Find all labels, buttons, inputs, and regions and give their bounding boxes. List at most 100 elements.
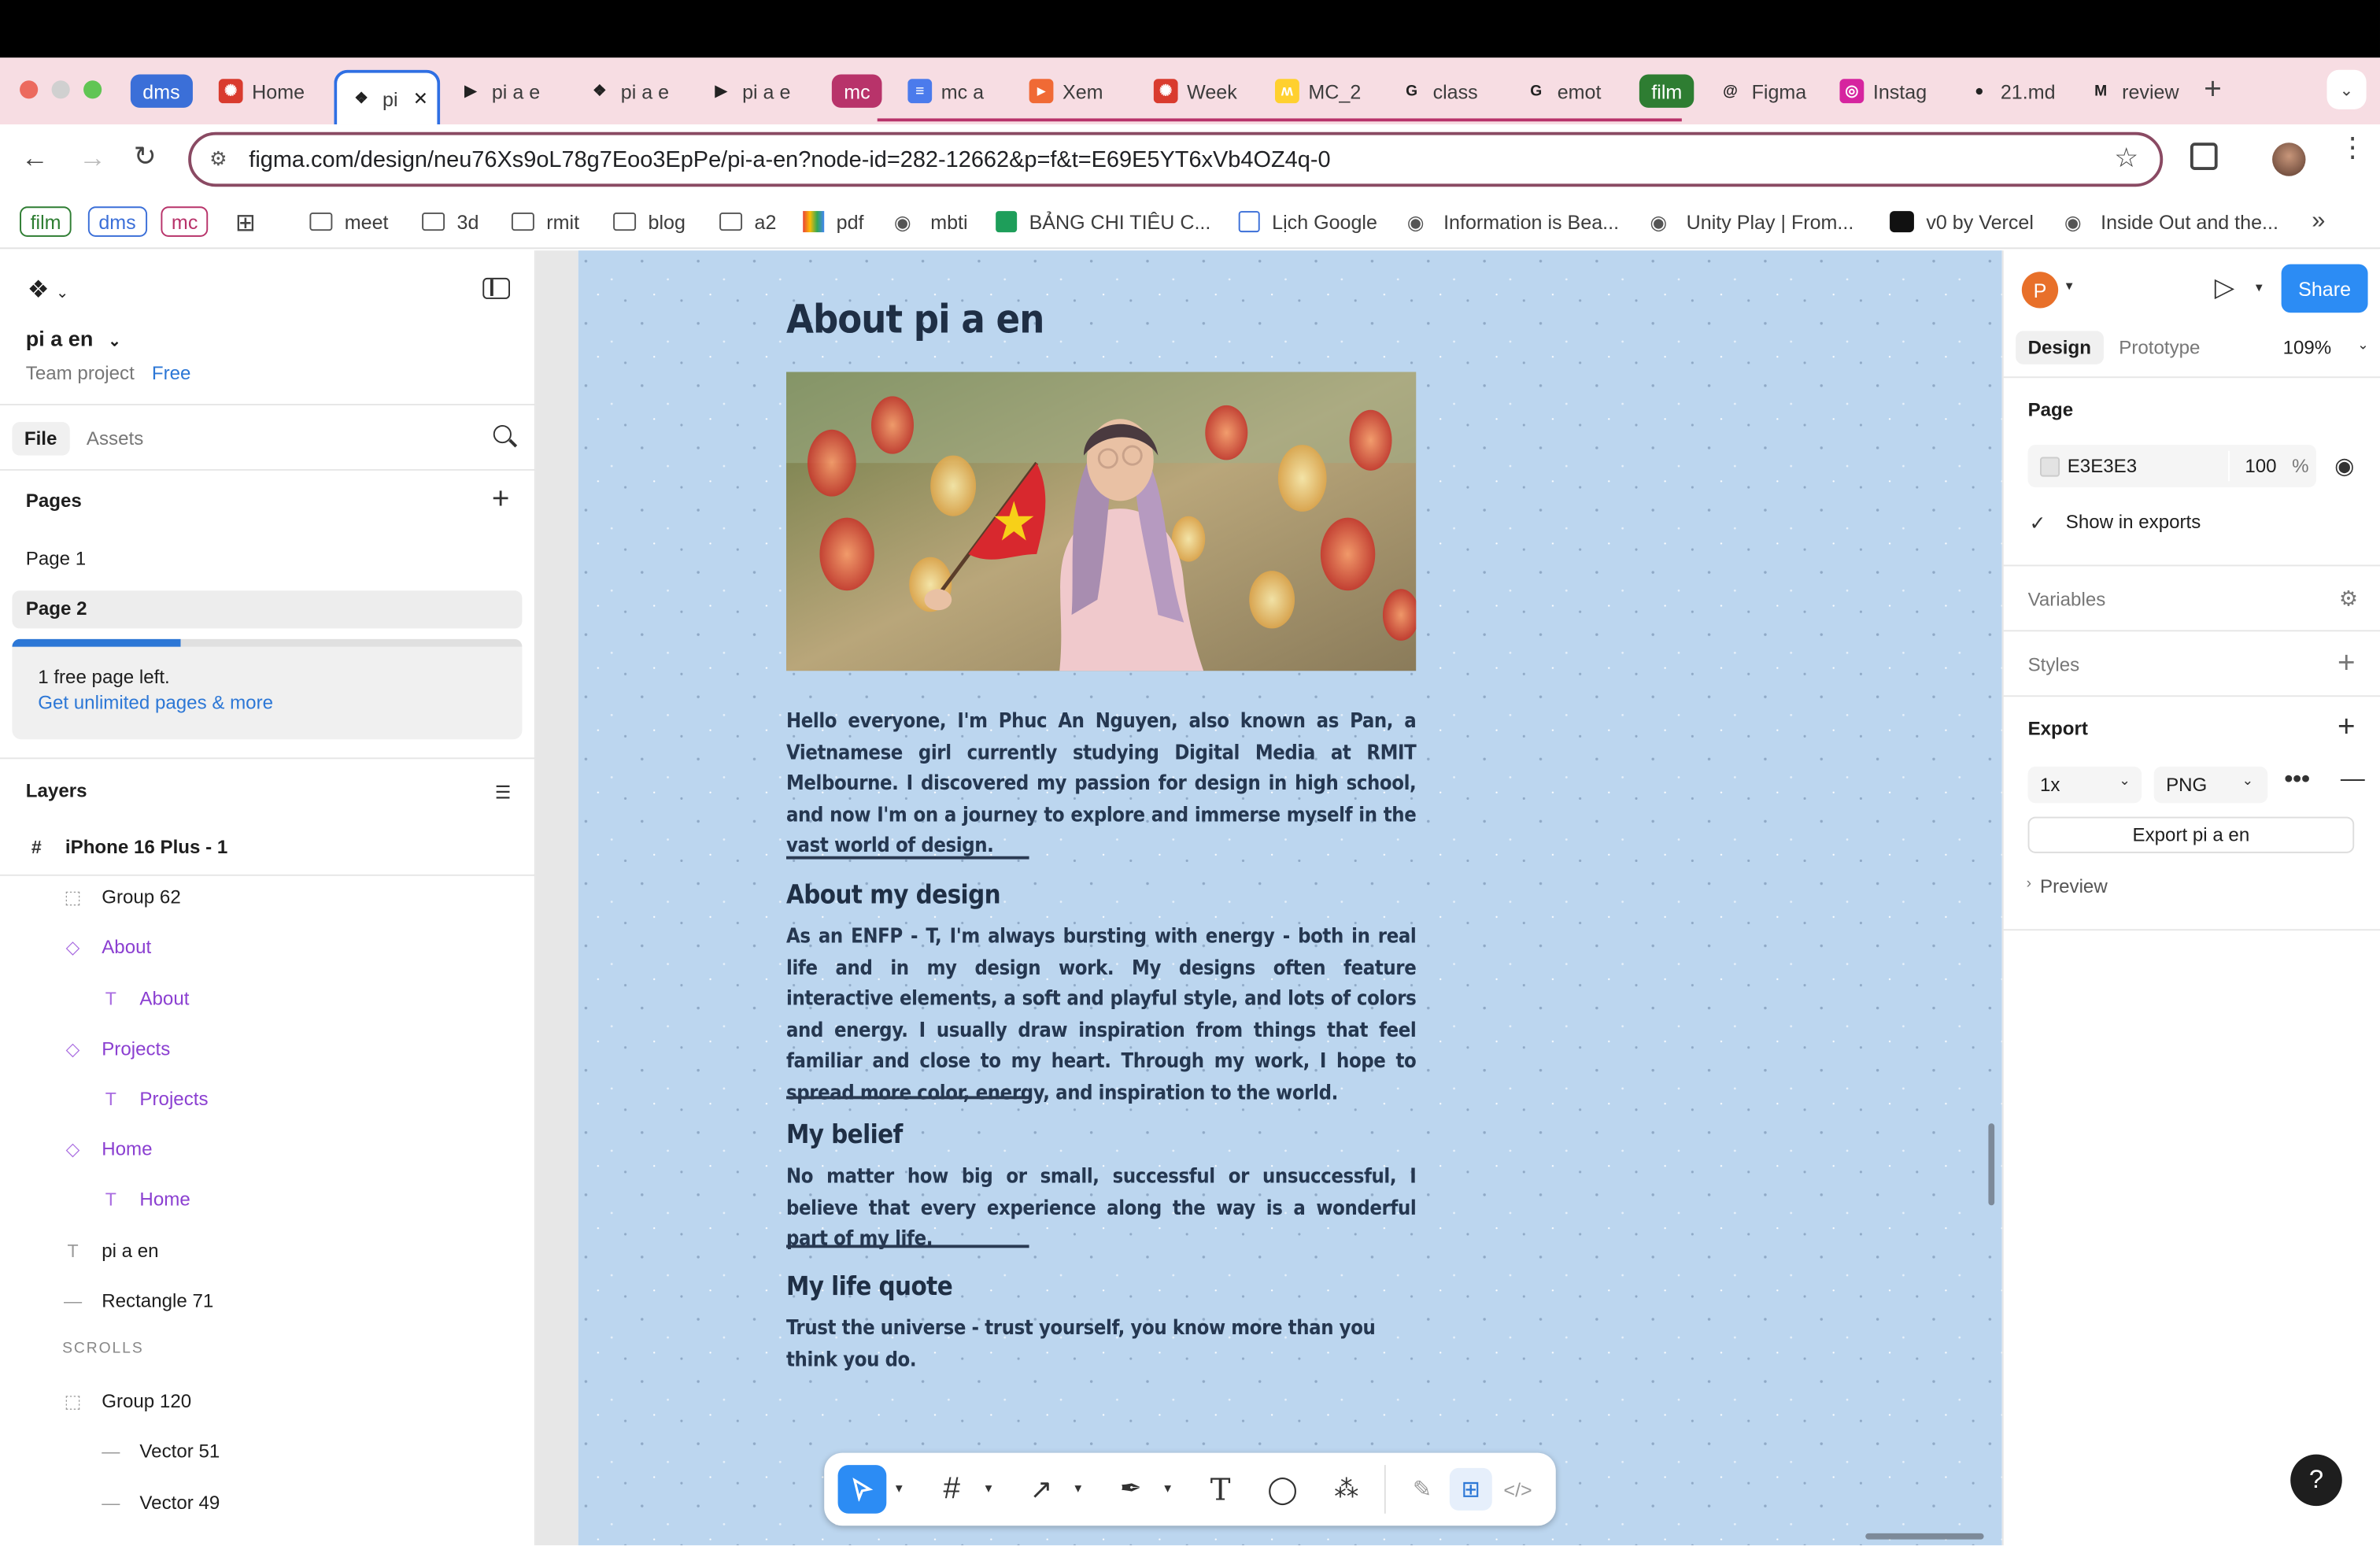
add-export-icon[interactable]: + xyxy=(2338,711,2356,745)
browser-menu-icon[interactable]: ⋮ xyxy=(2339,134,2367,161)
section-body[interactable]: As an ENFP - T, I'm always bursting with… xyxy=(786,923,1417,1110)
page-item-1[interactable]: Page 1 xyxy=(26,548,86,569)
browser-tab[interactable]: Mreview xyxy=(2089,70,2195,113)
chevron-down-icon[interactable]: ▾ xyxy=(2256,279,2263,296)
apps-grid-icon[interactable]: ⊞ xyxy=(235,208,256,239)
move-tool-icon[interactable] xyxy=(837,1465,887,1514)
actions-tool-icon[interactable]: ⁂ xyxy=(1325,1468,1368,1511)
export-more-icon[interactable]: ••• xyxy=(2284,767,2309,794)
tab-search-icon[interactable]: ⌄ xyxy=(2326,69,2367,109)
figma-menu-icon[interactable]: ❖ ⌄ xyxy=(28,275,68,305)
arrow-tool-icon[interactable]: ↗ xyxy=(1020,1468,1062,1511)
close-window-icon[interactable] xyxy=(20,80,39,99)
checkbox-checked-icon[interactable]: ✓ xyxy=(2029,512,2046,536)
tab-group[interactable]: film xyxy=(1639,74,1694,108)
new-tab-icon[interactable]: + xyxy=(2204,73,2222,108)
bookmark-group-dms[interactable]: dms xyxy=(87,206,147,237)
section-body[interactable]: No matter how big or small, successful o… xyxy=(786,1163,1417,1256)
layer-item[interactable]: — Vector 51 xyxy=(100,1441,220,1463)
visibility-eye-icon[interactable]: ◉ xyxy=(2334,453,2354,480)
bookmark-item[interactable]: ◉ Information is Bea... xyxy=(1407,208,1619,235)
close-tab-icon[interactable]: ✕ xyxy=(413,88,428,109)
page-item-2-highlight[interactable] xyxy=(12,590,523,629)
share-button[interactable]: Share xyxy=(2281,264,2368,313)
layer-item[interactable]: — Vector 50 xyxy=(100,1542,220,1545)
reload-icon[interactable]: ↻ xyxy=(134,141,157,172)
extensions-icon[interactable] xyxy=(2190,142,2218,170)
chevron-down-icon[interactable]: ⌄ xyxy=(2241,773,2253,790)
layer-item[interactable]: ⬚ Group 120 xyxy=(62,1391,192,1412)
bookmark-item[interactable]: blog xyxy=(613,208,686,235)
profile-photo[interactable] xyxy=(785,372,1417,671)
section-heading[interactable]: My belief xyxy=(786,1120,903,1151)
browser-tab[interactable]: ❖ pi ✕ xyxy=(334,69,441,125)
bookmark-item[interactable]: meet xyxy=(309,208,389,235)
layer-item[interactable]: # iPhone 16 Plus - 1 xyxy=(26,837,227,858)
browser-tab[interactable]: ◎ Instag xyxy=(1839,70,1946,113)
export-scale-select[interactable]: 1x ⌄ xyxy=(2027,766,2142,804)
bookmark-star-icon[interactable]: ☆ xyxy=(2114,142,2138,174)
variables-adjust-icon[interactable]: ⚙ xyxy=(2339,586,2358,612)
bookmark-item[interactable]: ◉ Unity Play | From... xyxy=(1650,208,1853,235)
tab-design[interactable]: Design xyxy=(2016,331,2104,364)
browser-tab[interactable]: ✺ Home xyxy=(218,70,325,113)
layer-item[interactable]: T Home xyxy=(100,1189,190,1211)
layer-item[interactable]: ◇ About xyxy=(62,938,152,959)
dev-mode-icon[interactable]: </> xyxy=(1497,1468,1539,1511)
browser-tab[interactable]: Gemot xyxy=(1524,70,1630,113)
bookmark-group-mc[interactable]: mc xyxy=(161,206,209,237)
frame-tool-icon[interactable]: # xyxy=(930,1468,973,1511)
draw-mode-icon[interactable]: ✎ xyxy=(1401,1468,1443,1511)
tab-group[interactable]: mc xyxy=(831,74,883,108)
horizontal-scrollbar[interactable] xyxy=(1865,1533,1984,1540)
browser-tab[interactable]: ✺ Week xyxy=(1153,70,1260,113)
bookmark-item[interactable]: a2 xyxy=(719,208,776,235)
project-name[interactable]: pi a en ⌄ xyxy=(26,327,121,351)
chevron-down-icon[interactable]: ▾ xyxy=(896,1480,903,1496)
address-bar[interactable]: ⚙ figma.com/design/neu76Xs9oL78g7Eoo3EpP… xyxy=(188,131,2164,187)
chevron-down-icon[interactable]: ⌄ xyxy=(2119,773,2131,790)
forward-icon[interactable]: → xyxy=(79,142,106,174)
chevron-down-icon[interactable]: ▾ xyxy=(1074,1480,1081,1496)
section-body[interactable]: Trust the universe - trust yourself, you… xyxy=(786,1315,1416,1377)
text-tool-icon[interactable]: T xyxy=(1199,1468,1242,1511)
layer-item[interactable]: ◇ Projects xyxy=(62,1038,171,1060)
maximize-window-icon[interactable] xyxy=(83,80,102,99)
remove-export-icon[interactable]: — xyxy=(2341,767,2365,794)
page-opacity-value[interactable]: 100 xyxy=(2245,456,2276,477)
export-button[interactable]: Export pi a en xyxy=(2027,816,2355,853)
tab-group[interactable]: dms xyxy=(130,74,193,108)
more-bookmarks-icon[interactable]: » xyxy=(2312,208,2325,235)
browser-tab[interactable]: ❖ pi a e xyxy=(587,70,693,113)
layer-item[interactable]: ⬚ Group 62 xyxy=(62,887,181,908)
layer-item[interactable]: T About xyxy=(100,988,190,1009)
browser-tab[interactable]: ● 21.md xyxy=(1967,70,2073,113)
site-settings-icon[interactable]: ⚙ xyxy=(209,147,227,172)
tab-prototype[interactable]: Prototype xyxy=(2119,337,2200,358)
bookmark-item[interactable]: BẢNG CHI TIÊU C... xyxy=(996,208,1210,235)
bookmark-item[interactable]: ◉ Inside Out and the... xyxy=(2064,208,2278,235)
comment-tool-icon[interactable]: ◯ xyxy=(1262,1468,1304,1511)
bookmark-item[interactable]: rmit xyxy=(511,208,579,235)
layers-options-icon[interactable]: ☰ xyxy=(495,782,512,803)
present-icon[interactable]: ▷ xyxy=(2215,273,2234,304)
toggle-sidebar-icon[interactable] xyxy=(482,277,510,299)
tab-file[interactable]: File xyxy=(12,422,69,456)
browser-tab[interactable]: ▶ pi a e xyxy=(709,70,815,113)
minimize-window-icon[interactable] xyxy=(51,80,70,99)
layer-item[interactable]: — Rectangle 71 xyxy=(62,1290,213,1311)
layer-item[interactable]: SCROLLS xyxy=(62,1341,144,1357)
chevron-down-icon[interactable]: ▾ xyxy=(2066,278,2073,294)
layer-item[interactable]: T Projects xyxy=(100,1089,209,1110)
intro-paragraph[interactable]: Hello everyone, I'm Phuc An Nguyen, also… xyxy=(786,708,1417,864)
browser-tab[interactable]: ▶ pi a e xyxy=(458,70,564,113)
chevron-down-icon[interactable]: ⌄ xyxy=(2357,337,2369,353)
upgrade-link[interactable]: Get unlimited pages & more xyxy=(38,692,273,713)
bookmark-item[interactable]: pdf xyxy=(803,208,864,235)
profile-avatar[interactable] xyxy=(2272,142,2306,176)
section-heading[interactable]: About my design xyxy=(786,881,1001,912)
browser-tab[interactable]: ʍ MC_2 xyxy=(1274,70,1381,113)
browser-tab[interactable]: Gclass xyxy=(1399,70,1506,113)
bookmark-item[interactable]: ◉ mbti xyxy=(894,208,968,235)
bookmark-item[interactable]: Lịch Google xyxy=(1238,208,1377,235)
